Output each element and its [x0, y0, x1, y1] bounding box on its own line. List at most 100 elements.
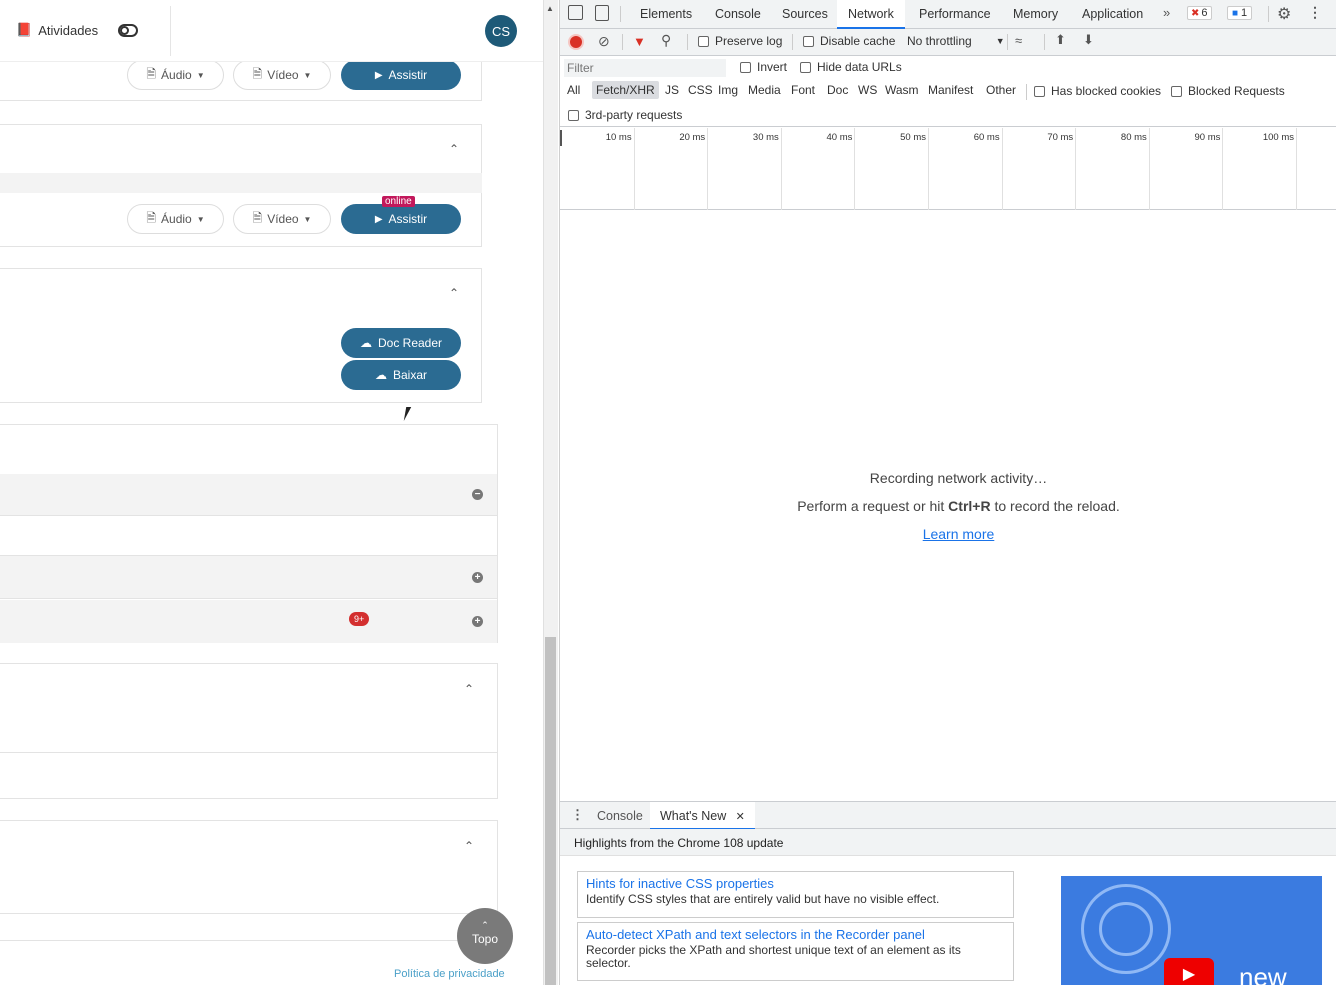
- invert-checkbox[interactable]: Invert: [740, 60, 787, 74]
- video-button[interactable]: 🗎 Vídeo ▼: [233, 204, 331, 234]
- tab-label: Memory: [1013, 7, 1059, 21]
- checkbox[interactable]: [568, 109, 579, 121]
- audio-button[interactable]: 🗎 Áudio ▼: [127, 60, 224, 90]
- chevron-up-icon[interactable]: ⌃: [464, 682, 474, 696]
- toggle-icon[interactable]: [118, 24, 138, 37]
- drawer-tab-whats-new[interactable]: What's New ✕: [650, 802, 755, 830]
- message-counter[interactable]: ■ 1: [1227, 6, 1253, 20]
- download-button[interactable]: ☁ Baixar: [341, 360, 461, 390]
- disable-cache-checkbox[interactable]: Disable cache: [803, 34, 895, 48]
- checkbox[interactable]: [803, 35, 814, 47]
- feature-card[interactable]: Hints for inactive CSS properties Identi…: [577, 871, 1014, 918]
- scrollbar-thumb[interactable]: [545, 637, 556, 985]
- error-counter[interactable]: ✖ 6: [1187, 6, 1212, 20]
- checkbox[interactable]: [800, 61, 811, 73]
- list-row[interactable]: +: [0, 556, 497, 599]
- avatar[interactable]: CS: [485, 15, 517, 47]
- divider: [0, 913, 497, 914]
- learn-more-link[interactable]: Learn more: [560, 526, 1336, 542]
- feature-title[interactable]: Auto-detect XPath and text selectors in …: [586, 927, 1005, 942]
- watch-label: Assistir: [388, 68, 428, 82]
- throttling-select[interactable]: No throttling ▼: [907, 34, 1005, 48]
- section-header-4[interactable]: ⌃: [0, 663, 498, 713]
- doc-reader-button[interactable]: ☁ Doc Reader: [341, 328, 461, 358]
- kebab-menu-icon[interactable]: ⋮: [1308, 4, 1322, 21]
- export-har-icon[interactable]: ⬇: [1083, 32, 1094, 48]
- tab-application[interactable]: Application: [1082, 7, 1143, 21]
- network-conditions-icon[interactable]: ≈: [1015, 33, 1022, 48]
- has-blocked-cookies-checkbox[interactable]: Has blocked cookies: [1034, 84, 1161, 98]
- filter-icon[interactable]: ▼: [633, 34, 646, 49]
- blocked-requests-checkbox[interactable]: Blocked Requests: [1171, 84, 1285, 98]
- list-row[interactable]: [0, 516, 497, 556]
- feature-title[interactable]: Hints for inactive CSS properties: [586, 876, 1005, 891]
- tab-console[interactable]: Console: [715, 7, 761, 21]
- checkbox[interactable]: [1171, 85, 1182, 97]
- timeline-overview[interactable]: 10 ms 20 ms 30 ms 40 ms 50 ms 60 ms 70 ms 80 ms…: [560, 128, 1336, 210]
- type-img[interactable]: Img: [718, 83, 738, 97]
- video-button[interactable]: 🗎 Vídeo ▼: [233, 60, 331, 90]
- third-party-checkbox[interactable]: 3rd-party requests: [568, 108, 682, 122]
- feature-card[interactable]: Auto-detect XPath and text selectors in …: [577, 922, 1014, 981]
- list-row[interactable]: 9+ +: [0, 600, 497, 643]
- clear-icon[interactable]: ⊘: [598, 33, 610, 50]
- tab-elements[interactable]: Elements: [640, 7, 692, 21]
- type-doc[interactable]: Doc: [827, 83, 848, 97]
- type-fetch-xhr[interactable]: Fetch/XHR: [592, 81, 659, 99]
- checkbox[interactable]: [1034, 85, 1045, 97]
- hide-data-urls-checkbox[interactable]: Hide data URLs: [800, 60, 902, 74]
- type-ws[interactable]: WS: [858, 83, 877, 97]
- preserve-log-checkbox[interactable]: Preserve log: [698, 34, 782, 48]
- expand-icon[interactable]: +: [472, 572, 483, 583]
- type-css[interactable]: CSS: [688, 83, 713, 97]
- section-header-5[interactable]: ⌃: [0, 820, 498, 870]
- tab-network[interactable]: Network: [837, 0, 905, 29]
- list-row[interactable]: −: [0, 474, 497, 516]
- checkbox[interactable]: [698, 35, 709, 47]
- timeline-gridline: [1148, 128, 1150, 210]
- audio-button[interactable]: 🗎 Áudio ▼: [127, 204, 224, 234]
- section-header-2[interactable]: ⌃: [0, 124, 482, 174]
- type-font[interactable]: Font: [791, 83, 815, 97]
- tab-separator: [792, 34, 793, 50]
- record-icon[interactable]: [570, 36, 582, 48]
- drawer-tab-console[interactable]: Console: [597, 809, 643, 823]
- section-header-3[interactable]: ⌃: [0, 268, 482, 318]
- type-all[interactable]: All: [567, 83, 580, 97]
- timeline-tick-label: 80 ms: [1120, 132, 1147, 143]
- filter-input[interactable]: [564, 59, 726, 77]
- chevron-up-icon[interactable]: ⌃: [449, 142, 459, 156]
- collapse-icon[interactable]: −: [472, 489, 483, 500]
- type-manifest[interactable]: Manifest: [928, 83, 973, 97]
- more-tabs-icon[interactable]: »: [1163, 5, 1170, 20]
- timeline-left-handle[interactable]: [560, 130, 562, 146]
- scroll-up-arrow-icon[interactable]: ▲: [546, 4, 554, 13]
- type-js[interactable]: JS: [665, 83, 679, 97]
- chevron-up-icon[interactable]: ⌃: [449, 286, 459, 300]
- timeline-tick-label: 50 ms: [900, 132, 926, 143]
- chevron-up-icon[interactable]: ⌃: [464, 839, 474, 853]
- watch-button[interactable]: ▶ Assistir: [341, 204, 461, 234]
- type-other[interactable]: Other: [986, 83, 1016, 97]
- privacy-link[interactable]: Política de privacidade: [394, 968, 505, 980]
- checkbox[interactable]: [740, 61, 751, 73]
- type-wasm[interactable]: Wasm: [885, 83, 919, 97]
- type-media[interactable]: Media: [748, 83, 781, 97]
- search-icon[interactable]: ⚲: [661, 32, 671, 49]
- inspect-element-icon[interactable]: [568, 5, 583, 20]
- play-video-icon[interactable]: ▶: [1164, 958, 1214, 985]
- device-toolbar-icon[interactable]: [595, 5, 609, 21]
- tab-performance[interactable]: Performance: [919, 7, 991, 21]
- close-icon[interactable]: ✕: [736, 811, 745, 823]
- import-har-icon[interactable]: ⬆: [1055, 32, 1066, 48]
- back-to-top-button[interactable]: ⌃ Topo: [457, 908, 513, 964]
- activities-link[interactable]: 📕 Atividades: [16, 22, 98, 38]
- video-thumbnail[interactable]: ▶ new: [1061, 876, 1322, 985]
- tab-sources[interactable]: Sources: [782, 7, 828, 21]
- expand-icon[interactable]: +: [472, 616, 483, 627]
- drawer-menu-icon[interactable]: ⋮: [571, 807, 584, 823]
- settings-gear-icon[interactable]: ⚙: [1277, 4, 1291, 24]
- watch-button[interactable]: ▶ Assistir: [341, 60, 461, 90]
- tab-memory[interactable]: Memory: [1013, 7, 1058, 21]
- error-count: 6: [1201, 7, 1208, 19]
